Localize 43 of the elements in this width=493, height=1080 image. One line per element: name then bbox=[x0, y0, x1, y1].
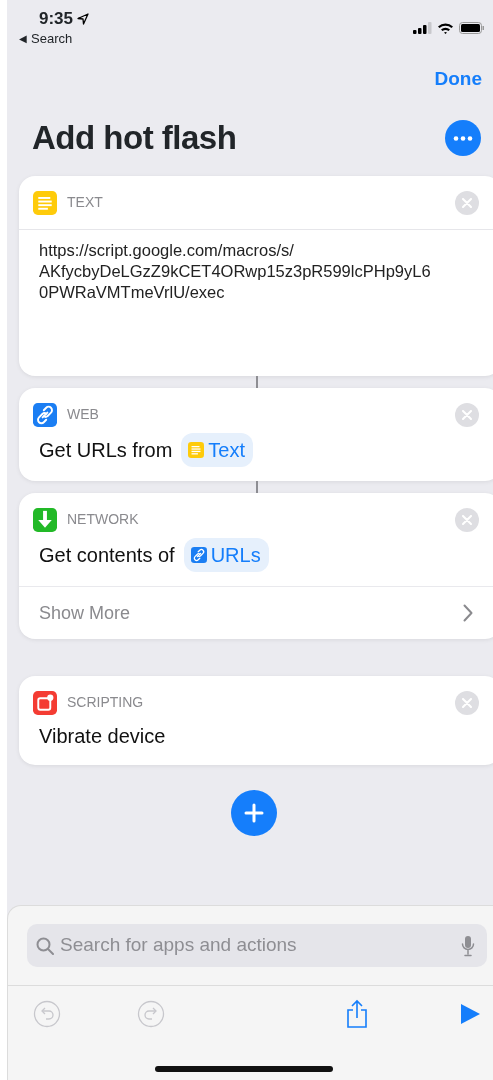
add-action-button[interactable] bbox=[230, 790, 277, 836]
wifi-icon bbox=[437, 22, 454, 34]
plus-icon bbox=[243, 803, 264, 823]
action-text: Get URLs from bbox=[39, 438, 173, 463]
remove-button[interactable] bbox=[455, 690, 479, 715]
chevron-right-icon bbox=[463, 604, 473, 622]
close-icon bbox=[462, 697, 472, 708]
variable-token[interactable]: Text bbox=[181, 433, 254, 467]
battery-icon bbox=[459, 22, 485, 34]
done-button[interactable]: Done bbox=[434, 62, 482, 96]
redo-icon bbox=[137, 999, 165, 1028]
ellipsis-icon bbox=[453, 135, 473, 141]
search-field[interactable]: Search for apps and actions bbox=[60, 931, 455, 960]
remove-button[interactable] bbox=[455, 190, 479, 215]
remove-button[interactable] bbox=[455, 402, 479, 427]
close-icon bbox=[462, 197, 472, 208]
more-button[interactable] bbox=[445, 120, 481, 156]
status-time: 9:35 bbox=[39, 9, 74, 29]
signal-icon bbox=[413, 22, 432, 34]
action-category: NETWORK bbox=[67, 510, 140, 529]
variable-token[interactable]: URLs bbox=[183, 538, 269, 572]
close-icon bbox=[462, 514, 472, 525]
search-bar[interactable]: Search for apps and actions bbox=[27, 924, 487, 967]
text-input[interactable]: https://script.google.com/macros/s/ AKfycbyDeLGzZ9kCET4ORwp15z3pR599lcPHp9yL6 0PWRaVMTmeVrlU/exec bbox=[19, 229, 493, 376]
action-text: Vibrate device bbox=[39, 724, 166, 749]
search-icon bbox=[36, 936, 54, 955]
close-icon bbox=[462, 409, 472, 420]
microphone-icon[interactable] bbox=[461, 934, 475, 957]
play-icon bbox=[459, 1002, 481, 1025]
back-link[interactable]: Search bbox=[31, 31, 73, 47]
share-icon bbox=[345, 998, 369, 1029]
action-category: SCRIPTING bbox=[67, 693, 145, 712]
action-text: Get contents of bbox=[39, 543, 175, 568]
back-arrow[interactable]: ◀ bbox=[19, 31, 27, 47]
action-category: TEXT bbox=[67, 193, 104, 212]
action-category: WEB bbox=[67, 405, 100, 424]
undo-icon bbox=[33, 999, 61, 1028]
show-more-row[interactable]: Show More bbox=[19, 586, 493, 639]
location-arrow-icon bbox=[77, 13, 90, 25]
run-button[interactable] bbox=[459, 1002, 481, 1025]
shortcut-title: Add hot flash bbox=[32, 118, 237, 158]
remove-button[interactable] bbox=[455, 507, 479, 532]
share-button[interactable] bbox=[345, 998, 369, 1029]
